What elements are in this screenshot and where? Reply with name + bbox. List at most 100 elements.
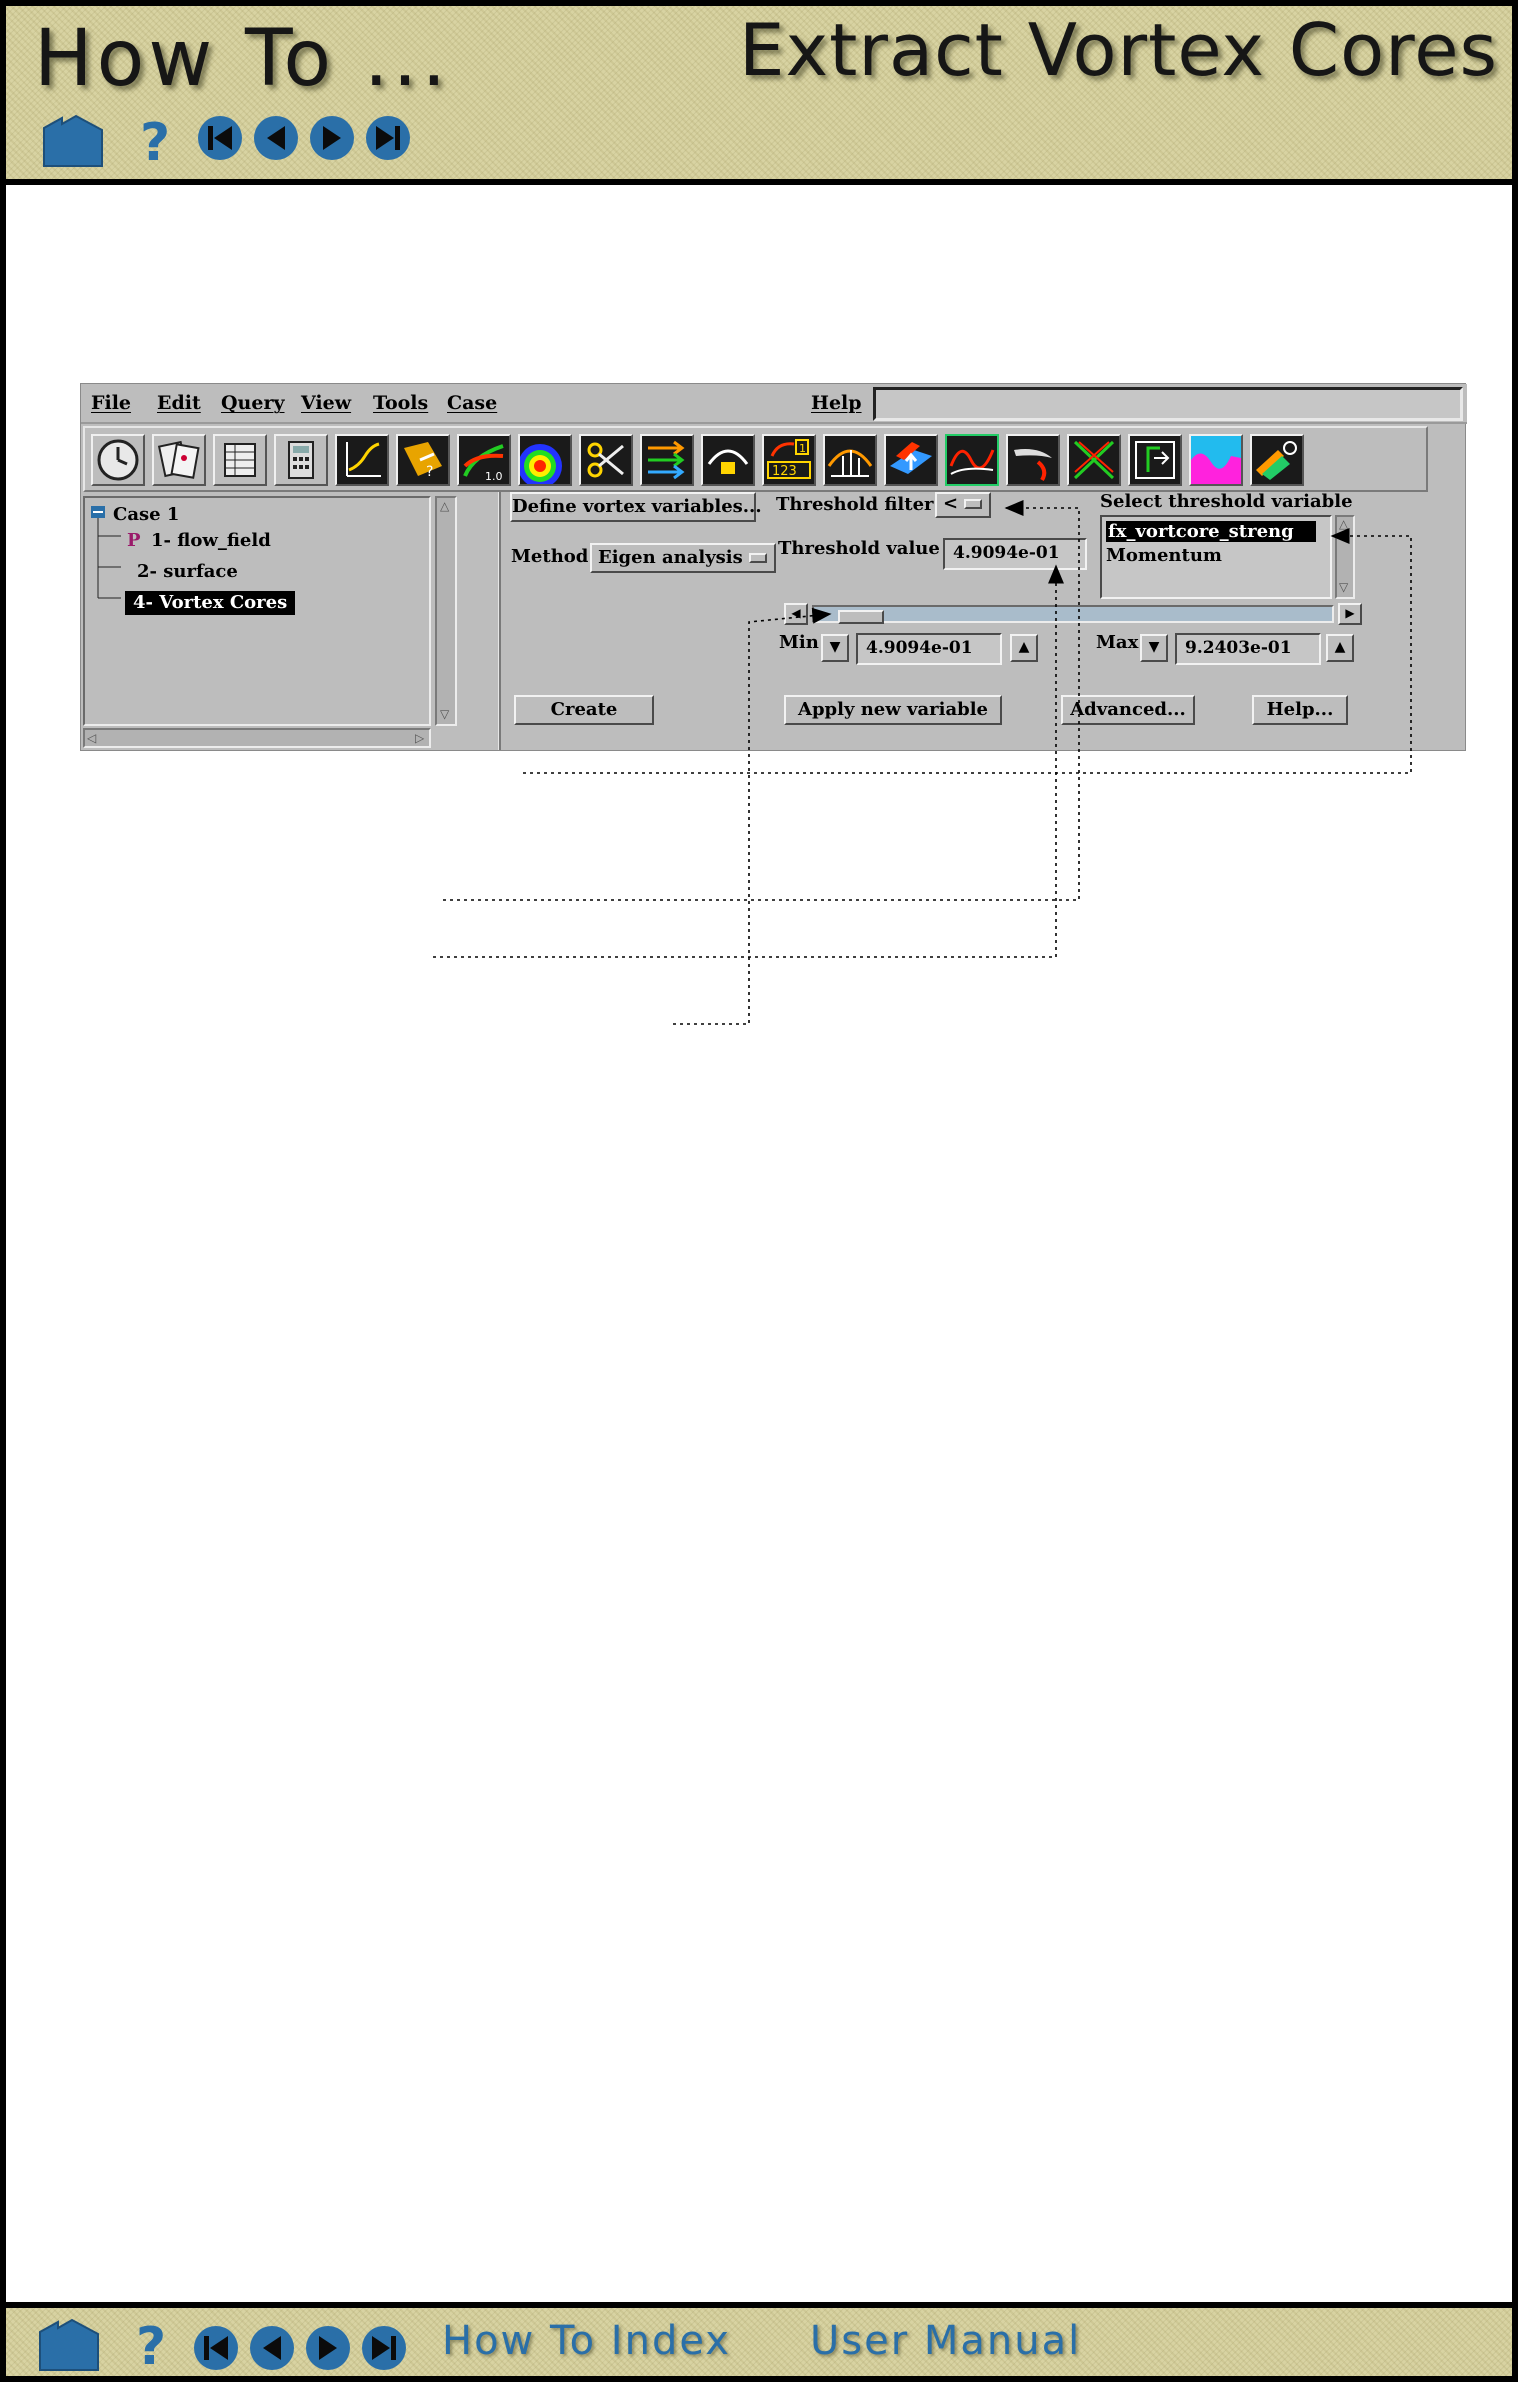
particle-trace-icon[interactable] bbox=[945, 434, 999, 486]
objects-icon[interactable] bbox=[1250, 434, 1304, 486]
scroll-down-icon[interactable]: ▽ bbox=[440, 708, 449, 720]
max-decrement-icon[interactable]: ▼ bbox=[1140, 634, 1168, 662]
user-manual-link[interactable]: User Manual bbox=[810, 2318, 1081, 2364]
menu-help[interactable]: Help bbox=[811, 392, 862, 414]
home-icon[interactable] bbox=[36, 2318, 102, 2374]
apply-new-variable-button[interactable]: Apply new variable bbox=[784, 695, 1002, 725]
slider-right-arrow-icon[interactable]: ▶ bbox=[1338, 603, 1362, 625]
min-value-field[interactable]: 4.9094e-01 bbox=[856, 633, 1002, 665]
previous-page-icon[interactable] bbox=[248, 2324, 296, 2372]
tree-vertical-scrollbar[interactable]: △ ▽ bbox=[435, 496, 457, 726]
contour-icon[interactable] bbox=[518, 434, 572, 486]
cards-icon[interactable] bbox=[152, 434, 206, 486]
scroll-up-icon[interactable]: △ bbox=[440, 500, 449, 512]
clock-icon[interactable] bbox=[91, 434, 145, 486]
scalar-range-icon[interactable]: 1.0 bbox=[457, 434, 511, 486]
option-menu-indicator-icon bbox=[748, 553, 767, 563]
home-icon[interactable] bbox=[40, 114, 106, 170]
first-page-icon[interactable] bbox=[196, 114, 244, 162]
scroll-up-icon[interactable]: △ bbox=[1339, 518, 1348, 530]
menu-view[interactable]: View bbox=[301, 392, 351, 414]
max-value-field[interactable]: 9.2403e-01 bbox=[1175, 633, 1321, 665]
last-page-icon[interactable] bbox=[364, 114, 412, 162]
svg-text:?: ? bbox=[140, 114, 170, 170]
select-threshold-variable-label: Select threshold variable bbox=[1100, 491, 1353, 512]
first-page-icon[interactable] bbox=[192, 2324, 240, 2372]
vortex-core-icon[interactable] bbox=[1067, 434, 1121, 486]
tree-horizontal-scrollbar[interactable]: ◁ ▷ bbox=[83, 728, 431, 748]
scroll-right-icon[interactable]: ▷ bbox=[415, 732, 424, 744]
tree-item-flow-field[interactable]: 1- flow_field bbox=[151, 530, 271, 551]
variable-item-selected[interactable]: fx_vortcore_streng bbox=[1106, 521, 1316, 542]
min-increment-icon[interactable]: ▲ bbox=[1010, 634, 1038, 662]
tree-item-surface[interactable]: 2- surface bbox=[137, 561, 238, 582]
create-button[interactable]: Create bbox=[514, 695, 654, 725]
toolbar: ? 1.0 1 123 bbox=[83, 426, 1428, 492]
scroll-left-icon[interactable]: ◁ bbox=[87, 732, 96, 744]
slider-left-arrow-icon[interactable]: ◀ bbox=[784, 603, 808, 625]
page-footer: ? How To Index User Manual bbox=[6, 2302, 1512, 2382]
color-palette-icon[interactable] bbox=[1189, 434, 1243, 486]
flow-surface-icon[interactable] bbox=[884, 434, 938, 486]
page-title: Extract Vortex Cores bbox=[739, 8, 1498, 92]
svg-text:?: ? bbox=[426, 464, 433, 480]
app-window: File Edit Query View Tools Case Help ? 1… bbox=[80, 383, 1467, 751]
panel-divider bbox=[498, 492, 501, 750]
threshold-value-label: Threshold value bbox=[778, 538, 940, 559]
help-icon[interactable]: ? bbox=[138, 114, 172, 170]
threshold-filter-label: Threshold filter bbox=[776, 494, 934, 515]
animation-counter-icon[interactable]: 1 123 bbox=[762, 434, 816, 486]
last-page-icon[interactable] bbox=[360, 2324, 408, 2372]
tree-part-flag: P bbox=[127, 530, 141, 551]
status-field bbox=[873, 387, 1463, 421]
svg-text:?: ? bbox=[136, 2318, 166, 2374]
variable-list-scrollbar[interactable]: △ ▽ bbox=[1335, 515, 1355, 599]
calculator-icon[interactable] bbox=[274, 434, 328, 486]
previous-page-icon[interactable] bbox=[252, 114, 300, 162]
case-tree-panel: Case 1 P 1- flow_field 2- surface 4- Vor… bbox=[83, 496, 457, 748]
variable-item[interactable]: Momentum bbox=[1106, 545, 1222, 566]
help-icon[interactable]: ? bbox=[134, 2318, 168, 2374]
page-header: How To ... Extract Vortex Cores ? bbox=[6, 0, 1512, 185]
define-vortex-variables-button[interactable]: Define vortex variables... bbox=[510, 492, 762, 522]
max-increment-icon[interactable]: ▲ bbox=[1326, 634, 1354, 662]
menu-query[interactable]: Query bbox=[221, 392, 285, 414]
menu-case[interactable]: Case bbox=[447, 392, 497, 414]
min-label: Min bbox=[779, 632, 819, 653]
threshold-filter-menu[interactable]: < bbox=[935, 492, 991, 518]
separation-icon[interactable] bbox=[1128, 434, 1182, 486]
threshold-variable-list[interactable]: fx_vortcore_streng Momentum bbox=[1100, 515, 1332, 599]
tree-case[interactable]: Case 1 bbox=[113, 504, 179, 525]
method-value: Eigen analysis bbox=[598, 547, 743, 568]
scroll-down-icon[interactable]: ▽ bbox=[1339, 581, 1348, 593]
svg-text:1.0: 1.0 bbox=[485, 470, 503, 483]
next-page-icon[interactable] bbox=[308, 114, 356, 162]
graph-icon[interactable] bbox=[335, 434, 389, 486]
slider-track[interactable] bbox=[812, 605, 1334, 624]
slider-thumb[interactable] bbox=[838, 610, 884, 624]
threshold-slider[interactable]: ◀ ▶ bbox=[784, 603, 1364, 625]
profile-icon[interactable] bbox=[823, 434, 877, 486]
case-tree: Case 1 P 1- flow_field 2- surface 4- Vor… bbox=[83, 496, 431, 726]
menu-bar: File Edit Query View Tools Case Help bbox=[81, 384, 1467, 424]
max-label: Max bbox=[1096, 632, 1139, 653]
menu-edit[interactable]: Edit bbox=[157, 392, 201, 414]
vector-arrows-icon[interactable] bbox=[640, 434, 694, 486]
method-menu[interactable]: Eigen analysis bbox=[590, 543, 776, 573]
elevation-icon[interactable] bbox=[701, 434, 755, 486]
how-to-index-link[interactable]: How To Index bbox=[442, 2318, 731, 2364]
min-decrement-icon[interactable]: ▼ bbox=[821, 634, 849, 662]
menu-file[interactable]: File bbox=[91, 392, 131, 414]
option-menu-indicator-icon bbox=[964, 499, 983, 509]
svg-text:123: 123 bbox=[772, 464, 797, 479]
scissors-clip-icon[interactable] bbox=[579, 434, 633, 486]
advanced-button[interactable]: Advanced... bbox=[1061, 695, 1195, 725]
tree-item-vortex-cores[interactable]: 4- Vortex Cores bbox=[125, 591, 296, 615]
next-page-icon[interactable] bbox=[304, 2324, 352, 2372]
menu-tools[interactable]: Tools bbox=[373, 392, 428, 414]
isosurface-icon[interactable] bbox=[1006, 434, 1060, 486]
help-button[interactable]: Help... bbox=[1252, 695, 1348, 725]
table-icon[interactable] bbox=[213, 434, 267, 486]
threshold-value-field[interactable]: 4.9094e-01 bbox=[943, 538, 1087, 570]
query-probe-icon[interactable]: ? bbox=[396, 434, 450, 486]
